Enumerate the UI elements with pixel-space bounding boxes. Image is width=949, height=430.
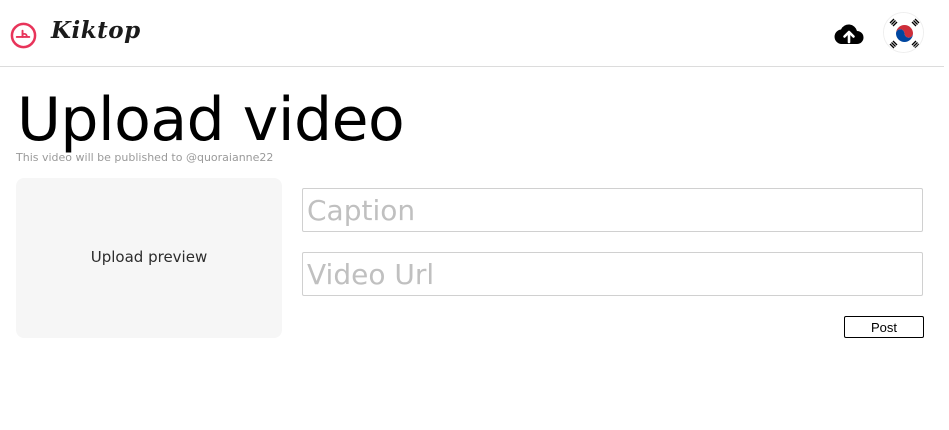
caption-input[interactable]: [302, 188, 923, 232]
korea-flag-icon: [884, 13, 923, 52]
kiktop-logo-icon[interactable]: [10, 22, 37, 49]
user-avatar[interactable]: [883, 12, 924, 53]
upload-preview-area[interactable]: Upload preview: [16, 178, 282, 338]
top-navigation-bar: Kiktop: [0, 0, 944, 67]
publish-target-text: This video will be published to @quoraia…: [16, 151, 274, 164]
post-button[interactable]: Post: [844, 316, 924, 338]
video-url-input[interactable]: [302, 252, 923, 296]
cloud-upload-icon[interactable]: [833, 20, 865, 48]
upload-preview-label: Upload preview: [90, 248, 208, 266]
brand-name[interactable]: Kiktop: [51, 17, 141, 44]
page-title: Upload video: [17, 85, 405, 155]
